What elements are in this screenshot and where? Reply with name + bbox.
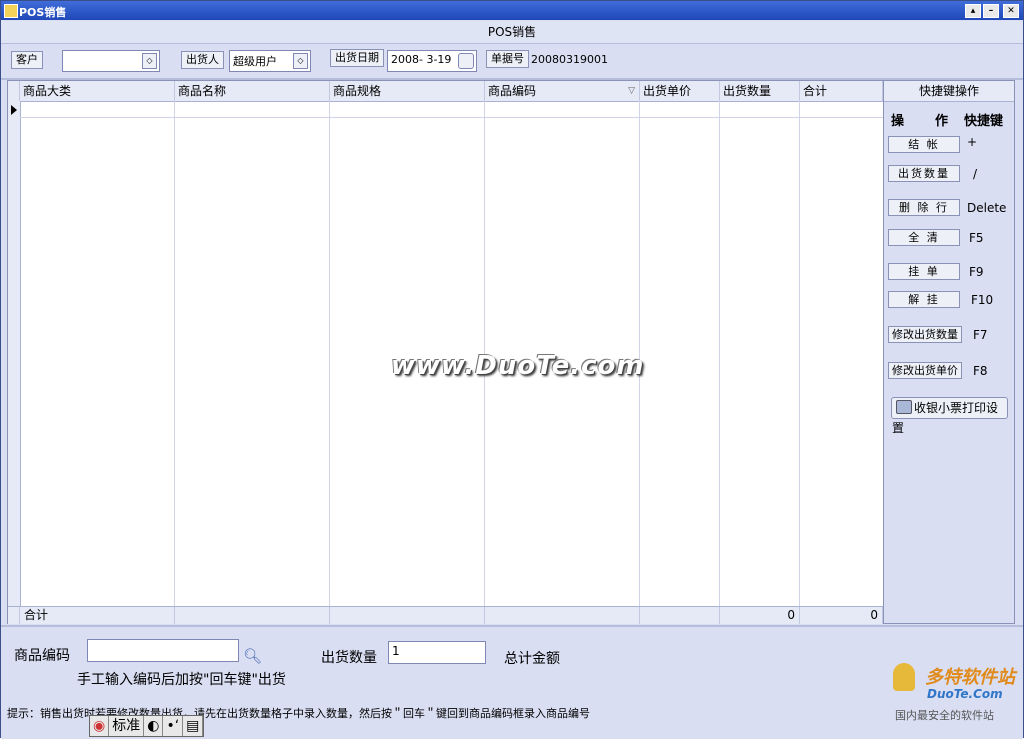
footer-cell bbox=[485, 607, 640, 624]
column-divider bbox=[329, 101, 330, 606]
product-code-label: 商品编码 bbox=[14, 648, 70, 664]
row-selector[interactable] bbox=[8, 101, 21, 606]
grid-footer: 合计 0 0 bbox=[8, 606, 883, 624]
product-code-input[interactable] bbox=[87, 639, 239, 662]
shipper-value: 超级用户 bbox=[233, 55, 277, 68]
ime-mode[interactable]: 标准 bbox=[109, 716, 145, 736]
logo-domain: DuoTe.Com bbox=[927, 687, 1003, 701]
restore-icon[interactable]: ▴ bbox=[965, 4, 981, 18]
col-price[interactable]: 出货单价 bbox=[640, 81, 720, 101]
resume-order-key: F10 bbox=[971, 293, 994, 307]
punctuation-icon[interactable]: •‘ bbox=[163, 716, 184, 736]
hold-order-key: F9 bbox=[969, 265, 984, 279]
printer-icon bbox=[896, 400, 912, 414]
calendar-icon[interactable] bbox=[458, 53, 474, 69]
column-divider bbox=[719, 101, 720, 606]
half-width-icon[interactable]: ◐ bbox=[144, 716, 164, 736]
watermark-text: www.DuoTe.com bbox=[391, 351, 645, 381]
filter-icon[interactable]: ▽ bbox=[628, 81, 635, 101]
grid-header: 商品大类 商品名称 商品规格 商品编码 ▽ 出货单价 出货数量 合计 bbox=[8, 81, 883, 102]
footer-label: 合计 bbox=[20, 607, 175, 624]
manual-entry-hint: 手工输入编码后加按"回车键"出货 bbox=[77, 672, 286, 688]
docno-label[interactable]: 单据号 bbox=[486, 50, 529, 68]
clear-all-key: F5 bbox=[969, 231, 984, 245]
col-total[interactable]: 合计 bbox=[800, 81, 883, 101]
logo-slogan: 国内最安全的软件站 bbox=[895, 709, 994, 722]
footer-total: 0 bbox=[800, 607, 883, 624]
col-operation-label: 操 bbox=[891, 114, 905, 129]
quantity-label: 出货数量 bbox=[321, 650, 377, 666]
quantity-input[interactable]: 1 bbox=[388, 641, 486, 664]
column-divider bbox=[799, 101, 800, 606]
footer-cell bbox=[640, 607, 720, 624]
date-label[interactable]: 出货日期 bbox=[330, 49, 384, 67]
ime-toolbar[interactable]: ◉ 标准 ◐ •‘ ▤ bbox=[89, 715, 205, 737]
current-row-arrow-icon bbox=[11, 105, 17, 115]
column-divider bbox=[174, 101, 175, 606]
quantity-value: 1 bbox=[392, 644, 400, 658]
col-code-label: 商品编码 bbox=[488, 84, 537, 98]
dropdown-icon[interactable]: ◇ bbox=[293, 53, 308, 69]
ime-logo-icon[interactable]: ◉ bbox=[90, 716, 110, 736]
shortcut-panel: 快捷键操作 操 作 快捷键 结 帐 + 出货数量 / 删 除 行 Delete … bbox=[883, 80, 1015, 624]
mascot-icon bbox=[893, 663, 915, 691]
col-category[interactable]: 商品大类 bbox=[20, 81, 175, 101]
checkout-key: + bbox=[967, 135, 978, 149]
quantity-button[interactable]: 出货数量 bbox=[888, 165, 960, 182]
logo-name: 多特软件站 bbox=[925, 667, 1015, 688]
clear-all-button[interactable]: 全 清 bbox=[888, 229, 960, 246]
col-name[interactable]: 商品名称 bbox=[175, 81, 330, 101]
hold-order-button[interactable]: 挂 单 bbox=[888, 263, 960, 280]
pos-window: POS销售 ▴ – ✕ POS销售 客户 ◇ 出货人 超级用户 ◇ 出货日期 2… bbox=[0, 0, 1024, 739]
col-spec[interactable]: 商品规格 bbox=[330, 81, 485, 101]
col-operation-label-2: 作 bbox=[935, 114, 949, 129]
date-value: 2008- 3-19 bbox=[391, 53, 452, 66]
minimize-icon[interactable]: – bbox=[983, 4, 999, 18]
header-toolbar: 客户 ◇ 出货人 超级用户 ◇ 出货日期 2008- 3-19 单据号 2008… bbox=[1, 44, 1023, 80]
delete-row-button[interactable]: 删 除 行 bbox=[888, 199, 960, 216]
shortcut-panel-title: 快捷键操作 bbox=[884, 81, 1014, 102]
soft-keyboard-icon[interactable]: ▤ bbox=[183, 716, 204, 736]
footer-qty: 0 bbox=[720, 607, 800, 624]
edit-price-key: F8 bbox=[973, 364, 988, 378]
form-title: POS销售 bbox=[1, 21, 1023, 44]
docno-value: 20080319001 bbox=[531, 53, 608, 66]
search-icon[interactable]: 🔍︎ bbox=[243, 647, 262, 665]
date-picker[interactable]: 2008- 3-19 bbox=[387, 50, 477, 72]
shipper-label[interactable]: 出货人 bbox=[181, 51, 224, 69]
title-bar: POS销售 ▴ – ✕ bbox=[1, 1, 1023, 20]
receipt-print-settings-button[interactable]: 收银小票打印设置 bbox=[891, 397, 1008, 435]
footer-cell bbox=[330, 607, 485, 624]
dropdown-icon[interactable]: ◇ bbox=[142, 53, 157, 69]
quantity-key: / bbox=[973, 167, 978, 181]
app-icon bbox=[4, 4, 18, 18]
window-title: POS销售 bbox=[19, 6, 67, 19]
checkout-button[interactable]: 结 帐 bbox=[888, 136, 960, 153]
edit-quantity-key: F7 bbox=[973, 328, 988, 342]
col-code[interactable]: 商品编码 ▽ bbox=[485, 81, 640, 101]
total-amount-label: 总计金额 bbox=[504, 651, 560, 667]
duote-logo: 多特软件站 DuoTe.Com 国内最安全的软件站 bbox=[887, 663, 1021, 723]
edit-quantity-button[interactable]: 修改出货数量 bbox=[888, 326, 962, 343]
edit-price-button[interactable]: 修改出货单价 bbox=[888, 362, 962, 379]
close-icon[interactable]: ✕ bbox=[1003, 4, 1019, 18]
delete-row-key: Delete bbox=[967, 201, 1007, 215]
customer-select[interactable]: ◇ bbox=[62, 50, 160, 72]
footer-cell bbox=[175, 607, 330, 624]
resume-order-button[interactable]: 解 挂 bbox=[888, 291, 960, 308]
customer-label[interactable]: 客户 bbox=[11, 51, 43, 69]
row-header-corner bbox=[8, 81, 20, 101]
footer-corner bbox=[8, 607, 20, 624]
col-shortcut-label: 快捷键 bbox=[964, 114, 1004, 129]
table-row[interactable] bbox=[20, 101, 883, 118]
shipper-select[interactable]: 超级用户 ◇ bbox=[229, 50, 311, 72]
col-qty[interactable]: 出货数量 bbox=[720, 81, 800, 101]
